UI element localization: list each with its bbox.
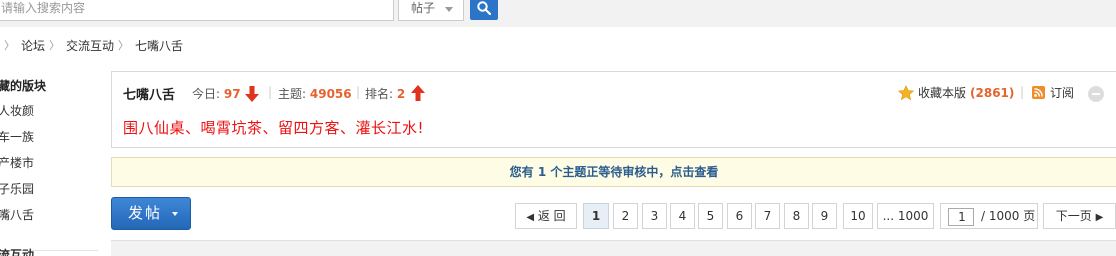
chevron-right-icon: ▶ xyxy=(1095,212,1104,223)
breadcrumb-category[interactable]: 交流互动 xyxy=(66,37,114,54)
page-jump-input[interactable]: 1 xyxy=(948,208,974,226)
sidebar-item[interactable]: 人妆颜 xyxy=(0,98,98,124)
page-link-last[interactable]: ... 1000 xyxy=(877,203,934,229)
today-stat: 今日: 97 xyxy=(192,85,241,102)
favorite-board-button[interactable]: 收藏本版 (2861) xyxy=(898,84,1014,101)
forum-header: 七嘴八舌 今日: 97 | 主题: 49056 | 排名: 2 围八仙桌、喝霄坑… xyxy=(111,71,1116,148)
favorite-label: 收藏本版 xyxy=(918,86,967,100)
page-link[interactable]: 3 xyxy=(642,203,667,229)
search-scope-select[interactable]: 帖子 xyxy=(398,0,464,21)
topics-label: 主题: xyxy=(278,87,307,101)
page-link[interactable]: 8 xyxy=(784,203,809,229)
today-label: 今日: xyxy=(192,87,221,101)
thread-list-header xyxy=(111,240,1116,256)
chevron-down-icon xyxy=(445,7,453,12)
breadcrumb-forum[interactable]: 论坛 xyxy=(21,37,45,54)
pending-review-notice[interactable]: 您有 1 个主题正等待审核中，点击查看 xyxy=(111,157,1116,187)
arrow-down-icon xyxy=(245,86,259,102)
rank-stat: 排名: 2 xyxy=(365,85,405,102)
sidebar-group-title[interactable]: 流互动 xyxy=(0,242,34,256)
pagination-back-button[interactable]: ◀ 返 回 xyxy=(515,203,577,229)
pagination-back-label: 返 回 xyxy=(537,209,566,223)
arrow-up-icon xyxy=(411,85,425,101)
pagination-next-button[interactable]: 下一页 ▶ xyxy=(1043,203,1116,229)
breadcrumb-current[interactable]: 七嘴八舌 xyxy=(135,37,183,54)
stat-divider: | xyxy=(268,85,273,99)
page-link[interactable]: 10 xyxy=(843,203,873,229)
rss-icon xyxy=(1032,86,1045,99)
sidebar-item[interactable]: 子乐园 xyxy=(0,176,98,202)
page-link[interactable]: 6 xyxy=(727,203,752,229)
page-link[interactable]: 7 xyxy=(755,203,780,229)
page-link[interactable]: 9 xyxy=(812,203,837,229)
subscribe-button[interactable]: 订阅 xyxy=(1032,84,1074,101)
favorite-count: (2861) xyxy=(970,85,1015,100)
search-icon xyxy=(477,1,491,15)
page-link-current[interactable]: 1 xyxy=(583,203,609,229)
search-button[interactable] xyxy=(470,0,498,20)
search-input[interactable]: 请输入搜索内容 xyxy=(0,0,394,21)
collapse-icon[interactable] xyxy=(1088,86,1104,102)
rank-value: 2 xyxy=(396,87,406,101)
page-link[interactable]: 5 xyxy=(698,203,723,229)
page-link[interactable]: 2 xyxy=(613,203,638,229)
stat-divider: | xyxy=(356,85,361,99)
topics-stat: 主题: 49056 xyxy=(278,85,352,102)
sidebar-item[interactable]: 车一族 xyxy=(0,124,98,150)
breadcrumb-separator-icon: 〉 xyxy=(118,39,130,52)
today-count: 97 xyxy=(223,87,241,101)
breadcrumb-separator-icon: 〉 xyxy=(4,39,15,52)
star-icon xyxy=(898,84,914,100)
search-scope-label: 帖子 xyxy=(411,1,436,15)
rank-label: 排名: xyxy=(365,87,394,101)
breadcrumb-separator-icon: 〉 xyxy=(49,39,61,52)
topics-count: 49056 xyxy=(309,87,352,101)
forum-slogan: 围八仙桌、喝霄坑茶、留四方客、灌长江水! xyxy=(123,119,425,137)
breadcrumb: 〉 论坛 〉 交流互动 〉 七嘴八舌 xyxy=(0,36,183,54)
page-jump-group: 1 / 1000 页 xyxy=(940,203,1038,229)
forum-title: 七嘴八舌 xyxy=(123,88,176,103)
page-link[interactable]: 4 xyxy=(670,203,695,229)
sidebar-item[interactable]: 产楼市 xyxy=(0,150,98,176)
subscribe-label: 订阅 xyxy=(1050,86,1075,100)
chevron-left-icon: ◀ xyxy=(526,212,535,223)
page-total-label: / 1000 页 xyxy=(981,209,1036,223)
sidebar-title: 藏的版块 xyxy=(0,79,47,93)
top-search-bar: 请输入搜索内容 帖子 xyxy=(0,0,1116,27)
action-divider: | xyxy=(1020,85,1025,99)
pagination-next-label: 下一页 xyxy=(1055,209,1092,223)
pagination: ◀ 返 回 1 2 3 4 5 6 7 8 9 10 ... 1000 1 / … xyxy=(0,203,1116,229)
